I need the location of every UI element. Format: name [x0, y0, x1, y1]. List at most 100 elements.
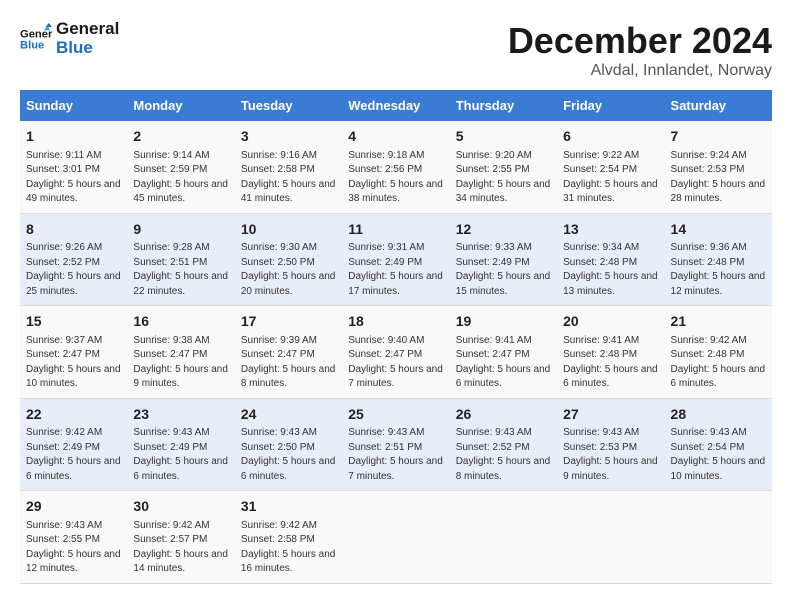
day-number: 22: [26, 405, 121, 425]
cell-info: Sunrise: 9:42 AMSunset: 2:57 PMDaylight:…: [133, 519, 228, 577]
page-header: General Blue General Blue December 2024 …: [20, 20, 772, 80]
day-number: 12: [456, 220, 551, 240]
cell-info: Sunrise: 9:39 AMSunset: 2:47 PMDaylight:…: [241, 334, 336, 392]
column-header-monday: Monday: [127, 90, 234, 121]
calendar-cell: 15Sunrise: 9:37 AMSunset: 2:47 PMDayligh…: [20, 306, 127, 399]
day-number: 1: [26, 127, 121, 147]
day-number: 20: [563, 312, 658, 332]
day-number: 28: [671, 405, 766, 425]
calendar-week-row: 29Sunrise: 9:43 AMSunset: 2:55 PMDayligh…: [20, 491, 772, 584]
calendar-cell: 17Sunrise: 9:39 AMSunset: 2:47 PMDayligh…: [235, 306, 342, 399]
calendar-cell: 13Sunrise: 9:34 AMSunset: 2:48 PMDayligh…: [557, 213, 664, 306]
logo-general: General: [56, 20, 119, 39]
day-number: 16: [133, 312, 228, 332]
calendar-cell: 3Sunrise: 9:16 AMSunset: 2:58 PMDaylight…: [235, 121, 342, 213]
calendar-cell: 26Sunrise: 9:43 AMSunset: 2:52 PMDayligh…: [450, 398, 557, 491]
calendar-cell: 10Sunrise: 9:30 AMSunset: 2:50 PMDayligh…: [235, 213, 342, 306]
column-header-wednesday: Wednesday: [342, 90, 449, 121]
day-number: 13: [563, 220, 658, 240]
calendar-cell: 14Sunrise: 9:36 AMSunset: 2:48 PMDayligh…: [665, 213, 772, 306]
cell-info: Sunrise: 9:43 AMSunset: 2:52 PMDaylight:…: [456, 426, 551, 484]
cell-info: Sunrise: 9:41 AMSunset: 2:48 PMDaylight:…: [563, 334, 658, 392]
column-header-sunday: Sunday: [20, 90, 127, 121]
cell-info: Sunrise: 9:43 AMSunset: 2:53 PMDaylight:…: [563, 426, 658, 484]
calendar-cell: 5Sunrise: 9:20 AMSunset: 2:55 PMDaylight…: [450, 121, 557, 213]
logo: General Blue General Blue: [20, 20, 119, 57]
day-number: 19: [456, 312, 551, 332]
day-number: 31: [241, 497, 336, 517]
calendar-cell: 22Sunrise: 9:42 AMSunset: 2:49 PMDayligh…: [20, 398, 127, 491]
cell-info: Sunrise: 9:36 AMSunset: 2:48 PMDaylight:…: [671, 241, 766, 299]
calendar-cell: 19Sunrise: 9:41 AMSunset: 2:47 PMDayligh…: [450, 306, 557, 399]
calendar-cell: 12Sunrise: 9:33 AMSunset: 2:49 PMDayligh…: [450, 213, 557, 306]
cell-info: Sunrise: 9:40 AMSunset: 2:47 PMDaylight:…: [348, 334, 443, 392]
day-number: 11: [348, 220, 443, 240]
calendar-cell: 1Sunrise: 9:11 AMSunset: 3:01 PMDaylight…: [20, 121, 127, 213]
calendar-cell: 30Sunrise: 9:42 AMSunset: 2:57 PMDayligh…: [127, 491, 234, 584]
column-header-friday: Friday: [557, 90, 664, 121]
day-number: 9: [133, 220, 228, 240]
cell-info: Sunrise: 9:41 AMSunset: 2:47 PMDaylight:…: [456, 334, 551, 392]
day-number: 15: [26, 312, 121, 332]
cell-info: Sunrise: 9:16 AMSunset: 2:58 PMDaylight:…: [241, 149, 336, 207]
cell-info: Sunrise: 9:42 AMSunset: 2:48 PMDaylight:…: [671, 334, 766, 392]
calendar-cell: 23Sunrise: 9:43 AMSunset: 2:49 PMDayligh…: [127, 398, 234, 491]
day-number: 10: [241, 220, 336, 240]
cell-info: Sunrise: 9:43 AMSunset: 2:49 PMDaylight:…: [133, 426, 228, 484]
day-number: 4: [348, 127, 443, 147]
day-number: 29: [26, 497, 121, 517]
cell-info: Sunrise: 9:31 AMSunset: 2:49 PMDaylight:…: [348, 241, 443, 299]
column-header-thursday: Thursday: [450, 90, 557, 121]
day-number: 30: [133, 497, 228, 517]
cell-info: Sunrise: 9:33 AMSunset: 2:49 PMDaylight:…: [456, 241, 551, 299]
calendar-cell: 28Sunrise: 9:43 AMSunset: 2:54 PMDayligh…: [665, 398, 772, 491]
calendar-cell: 25Sunrise: 9:43 AMSunset: 2:51 PMDayligh…: [342, 398, 449, 491]
cell-info: Sunrise: 9:43 AMSunset: 2:50 PMDaylight:…: [241, 426, 336, 484]
cell-info: Sunrise: 9:43 AMSunset: 2:54 PMDaylight:…: [671, 426, 766, 484]
calendar-table: SundayMondayTuesdayWednesdayThursdayFrid…: [20, 90, 772, 584]
calendar-cell: 16Sunrise: 9:38 AMSunset: 2:47 PMDayligh…: [127, 306, 234, 399]
day-number: 26: [456, 405, 551, 425]
day-number: 3: [241, 127, 336, 147]
calendar-cell: 18Sunrise: 9:40 AMSunset: 2:47 PMDayligh…: [342, 306, 449, 399]
cell-info: Sunrise: 9:22 AMSunset: 2:54 PMDaylight:…: [563, 149, 658, 207]
day-number: 23: [133, 405, 228, 425]
location-title: Alvdal, Innlandet, Norway: [508, 62, 772, 80]
calendar-cell: 11Sunrise: 9:31 AMSunset: 2:49 PMDayligh…: [342, 213, 449, 306]
calendar-week-row: 15Sunrise: 9:37 AMSunset: 2:47 PMDayligh…: [20, 306, 772, 399]
svg-text:Blue: Blue: [20, 39, 44, 51]
day-number: 6: [563, 127, 658, 147]
calendar-cell: [557, 491, 664, 584]
day-number: 17: [241, 312, 336, 332]
calendar-cell: 7Sunrise: 9:24 AMSunset: 2:53 PMDaylight…: [665, 121, 772, 213]
day-number: 7: [671, 127, 766, 147]
cell-info: Sunrise: 9:30 AMSunset: 2:50 PMDaylight:…: [241, 241, 336, 299]
day-number: 14: [671, 220, 766, 240]
day-number: 24: [241, 405, 336, 425]
day-number: 18: [348, 312, 443, 332]
day-number: 25: [348, 405, 443, 425]
month-title: December 2024: [508, 20, 772, 62]
cell-info: Sunrise: 9:43 AMSunset: 2:51 PMDaylight:…: [348, 426, 443, 484]
day-number: 21: [671, 312, 766, 332]
calendar-cell: 2Sunrise: 9:14 AMSunset: 2:59 PMDaylight…: [127, 121, 234, 213]
svg-text:General: General: [20, 28, 52, 40]
day-number: 5: [456, 127, 551, 147]
title-area: December 2024 Alvdal, Innlandet, Norway: [508, 20, 772, 80]
cell-info: Sunrise: 9:42 AMSunset: 2:58 PMDaylight:…: [241, 519, 336, 577]
cell-info: Sunrise: 9:42 AMSunset: 2:49 PMDaylight:…: [26, 426, 121, 484]
calendar-week-row: 22Sunrise: 9:42 AMSunset: 2:49 PMDayligh…: [20, 398, 772, 491]
calendar-cell: 21Sunrise: 9:42 AMSunset: 2:48 PMDayligh…: [665, 306, 772, 399]
logo-blue: Blue: [56, 39, 119, 58]
cell-info: Sunrise: 9:37 AMSunset: 2:47 PMDaylight:…: [26, 334, 121, 392]
day-number: 8: [26, 220, 121, 240]
calendar-cell: 31Sunrise: 9:42 AMSunset: 2:58 PMDayligh…: [235, 491, 342, 584]
calendar-cell: [665, 491, 772, 584]
calendar-cell: 20Sunrise: 9:41 AMSunset: 2:48 PMDayligh…: [557, 306, 664, 399]
calendar-cell: 8Sunrise: 9:26 AMSunset: 2:52 PMDaylight…: [20, 213, 127, 306]
cell-info: Sunrise: 9:38 AMSunset: 2:47 PMDaylight:…: [133, 334, 228, 392]
calendar-week-row: 1Sunrise: 9:11 AMSunset: 3:01 PMDaylight…: [20, 121, 772, 213]
column-header-tuesday: Tuesday: [235, 90, 342, 121]
cell-info: Sunrise: 9:24 AMSunset: 2:53 PMDaylight:…: [671, 149, 766, 207]
cell-info: Sunrise: 9:28 AMSunset: 2:51 PMDaylight:…: [133, 241, 228, 299]
